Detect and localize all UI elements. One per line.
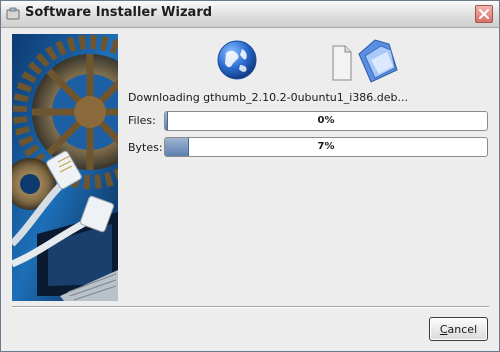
documents-folder-icon xyxy=(332,39,398,83)
globe-icon xyxy=(217,40,257,80)
cancel-mnemonic: C xyxy=(439,322,448,336)
wizard-banner-image xyxy=(12,34,118,301)
window-title: Software Installer Wizard xyxy=(25,5,213,20)
download-status-text: Downloading gthumb_2.10.2-0ubuntu1_i386.… xyxy=(128,91,409,104)
close-button[interactable] xyxy=(475,5,493,23)
bytes-progress-label: Bytes: xyxy=(128,141,163,154)
cancel-label-rest: ancel xyxy=(447,322,478,336)
cancel-button[interactable]: Cancel xyxy=(429,317,488,341)
installer-window: Software Installer Wizard Downloading gt… xyxy=(0,0,500,352)
close-icon xyxy=(479,9,489,19)
installer-app-icon xyxy=(6,7,20,20)
files-progress-label: Files: xyxy=(128,114,156,127)
gears-network-cables-illustration xyxy=(12,34,118,301)
bytes-progress-bar: 7% xyxy=(164,137,488,157)
button-separator xyxy=(12,306,489,308)
title-bar[interactable]: Software Installer Wizard xyxy=(1,1,499,28)
files-progress-bar: 0% xyxy=(164,111,488,131)
bytes-progress-percent: 7% xyxy=(317,141,335,152)
files-progress-percent: 0% xyxy=(317,115,335,126)
